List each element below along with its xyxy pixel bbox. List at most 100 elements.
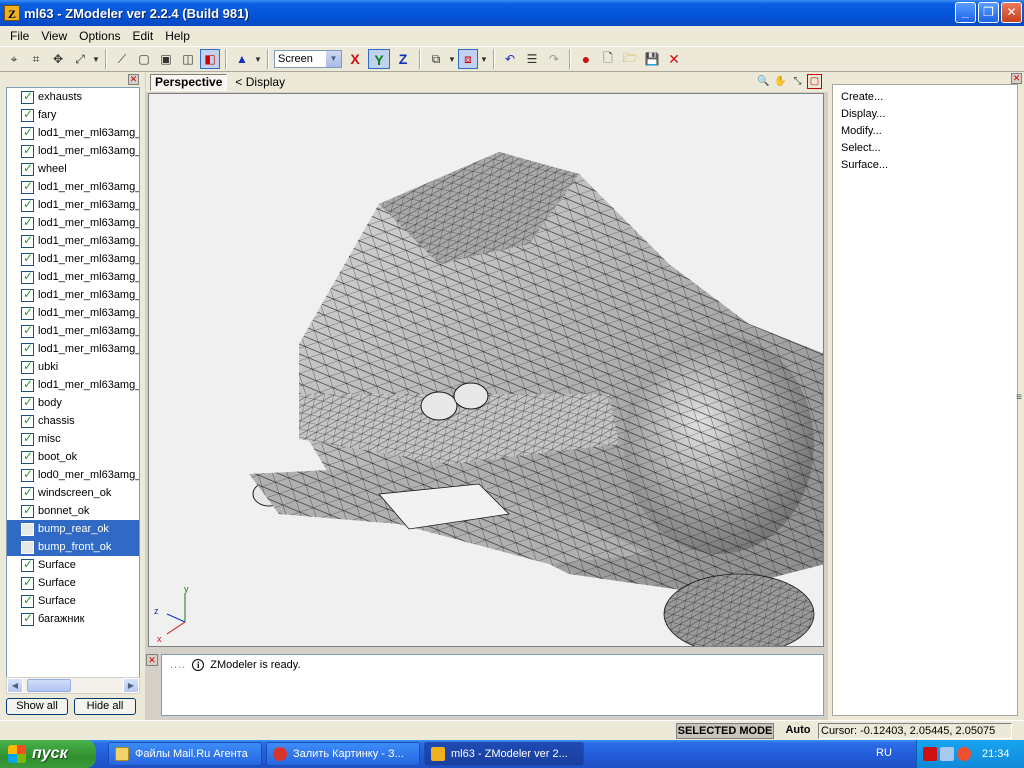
start-button[interactable]: пуск bbox=[0, 740, 96, 768]
redo-icon[interactable]: ↷ bbox=[544, 49, 564, 69]
dropdown-arrow-icon[interactable]: ▼ bbox=[448, 49, 456, 69]
object-list-item[interactable]: fary bbox=[7, 106, 139, 124]
select-vertex-icon[interactable]: ⌖ bbox=[4, 49, 24, 69]
visibility-checkbox[interactable] bbox=[21, 431, 34, 446]
axis-x-toggle[interactable]: X bbox=[344, 49, 366, 69]
menu-file[interactable]: File bbox=[4, 29, 35, 43]
scrollbar-thumb[interactable] bbox=[27, 679, 71, 692]
zoom-icon[interactable]: 🔍 bbox=[756, 74, 771, 89]
object-list-item[interactable]: lod0_mer_ml63amg_( bbox=[7, 466, 139, 484]
visibility-checkbox[interactable] bbox=[21, 575, 34, 590]
save-icon[interactable]: 💾 bbox=[642, 49, 662, 69]
visibility-checkbox[interactable] bbox=[21, 215, 34, 230]
dropdown-arrow-icon[interactable]: ▼ bbox=[480, 49, 488, 69]
visibility-checkbox[interactable] bbox=[21, 197, 34, 212]
visibility-checkbox[interactable] bbox=[21, 503, 34, 518]
minimize-button[interactable]: _ bbox=[955, 2, 976, 23]
object-list-item[interactable]: lod1_mer_ml63amg_( bbox=[7, 376, 139, 394]
command-surface[interactable]: Surface... bbox=[841, 159, 888, 171]
object-list-item[interactable]: lod1_mer_ml63amg_( bbox=[7, 286, 139, 304]
visibility-checkbox[interactable] bbox=[21, 467, 34, 482]
taskbar-item-mailru[interactable]: Файлы Mail.Ru Агента bbox=[108, 742, 262, 766]
dropdown-arrow-icon[interactable]: ▼ bbox=[254, 49, 262, 69]
object-list-item[interactable]: lod1_mer_ml63amg_( bbox=[7, 178, 139, 196]
splitter-grip-icon[interactable]: ≡ bbox=[1016, 392, 1022, 403]
object-list-item[interactable]: lod1_mer_ml63amg_( bbox=[7, 142, 139, 160]
visibility-checkbox[interactable] bbox=[21, 485, 34, 500]
scale-icon[interactable]: ⤢ bbox=[70, 49, 90, 69]
perspective-viewport[interactable]: y z x bbox=[148, 93, 824, 647]
visibility-checkbox[interactable] bbox=[21, 540, 34, 554]
maximize-button[interactable]: ❐ bbox=[978, 2, 999, 23]
close-icon[interactable]: ✕ bbox=[1011, 73, 1022, 84]
dropdown-arrow-icon[interactable]: ▼ bbox=[92, 49, 100, 69]
visibility-checkbox[interactable] bbox=[21, 179, 34, 194]
object-list-item[interactable]: Surface bbox=[7, 556, 139, 574]
object-list-item[interactable]: lod1_mer_ml63amg_( bbox=[7, 250, 139, 268]
visibility-checkbox[interactable] bbox=[21, 341, 34, 356]
notes-icon[interactable]: ☰ bbox=[522, 49, 542, 69]
object-list-item[interactable]: body bbox=[7, 394, 139, 412]
object-list-item[interactable]: Surface bbox=[7, 574, 139, 592]
command-modify[interactable]: Modify... bbox=[841, 125, 882, 137]
object-list-item[interactable]: misc bbox=[7, 430, 139, 448]
fit-view-icon[interactable]: ⤡ bbox=[790, 74, 805, 89]
visibility-checkbox[interactable] bbox=[21, 143, 34, 158]
object-list-item[interactable]: Surface bbox=[7, 592, 139, 610]
cone-icon[interactable]: ▲ bbox=[232, 49, 252, 69]
show-all-button[interactable]: Show all bbox=[6, 698, 68, 715]
close-icon[interactable]: ✕ bbox=[128, 74, 139, 85]
selection-mode-indicator[interactable]: SELECTED MODE bbox=[676, 723, 774, 739]
pan-hand-icon[interactable]: ✋ bbox=[773, 74, 788, 89]
auto-indicator[interactable]: Auto bbox=[780, 723, 816, 739]
group-icon[interactable]: ⧈ bbox=[458, 49, 478, 69]
create-polygon-icon[interactable]: ⟋ bbox=[112, 49, 132, 69]
axis-y-toggle[interactable]: Y bbox=[368, 49, 390, 69]
mapping-icon[interactable]: ⧉ bbox=[426, 49, 446, 69]
visibility-checkbox[interactable] bbox=[21, 593, 34, 608]
record-icon[interactable]: ● bbox=[576, 49, 596, 69]
visibility-checkbox[interactable] bbox=[21, 323, 34, 338]
object-list-item[interactable]: boot_ok bbox=[7, 448, 139, 466]
visibility-checkbox[interactable] bbox=[21, 522, 34, 536]
close-button[interactable]: ✕ bbox=[1001, 2, 1022, 23]
object-list-item[interactable]: lod1_mer_ml63amg_( bbox=[7, 196, 139, 214]
move-icon[interactable]: ✥ bbox=[48, 49, 68, 69]
display-breadcrumb[interactable]: < Display bbox=[235, 75, 285, 89]
object-list[interactable]: exhausts fary lod1_mer_ml63amg_(lod1_mer_m… bbox=[6, 87, 140, 687]
object-list-item[interactable]: lod1_mer_ml63amg_( bbox=[7, 304, 139, 322]
blocked-icon[interactable] bbox=[957, 747, 971, 761]
visibility-checkbox[interactable] bbox=[21, 161, 34, 176]
visibility-checkbox[interactable] bbox=[21, 125, 34, 140]
box-solid-icon[interactable]: ▣ bbox=[156, 49, 176, 69]
visibility-checkbox[interactable] bbox=[21, 359, 34, 374]
visibility-checkbox[interactable] bbox=[21, 377, 34, 392]
visibility-checkbox[interactable] bbox=[21, 269, 34, 284]
object-list-item[interactable]: lod1_mer_ml63amg_( bbox=[7, 268, 139, 286]
object-list-item[interactable]: wheel bbox=[7, 160, 139, 178]
menu-help[interactable]: Help bbox=[159, 29, 196, 43]
coordinate-system-select[interactable]: Screen ▼ bbox=[274, 50, 342, 68]
command-display[interactable]: Display... bbox=[841, 108, 885, 120]
network-icon[interactable] bbox=[940, 747, 954, 761]
language-indicator[interactable]: RU bbox=[876, 747, 892, 759]
object-list-item[interactable]: lod1_mer_ml63amg_( bbox=[7, 340, 139, 358]
visibility-checkbox[interactable] bbox=[21, 89, 34, 104]
taskbar-item-browser[interactable]: Залить Картинку - З... bbox=[266, 742, 420, 766]
close-icon[interactable]: ✕ bbox=[146, 654, 158, 666]
scroll-right-icon[interactable]: ▶ bbox=[123, 678, 139, 693]
visibility-checkbox[interactable] bbox=[21, 413, 34, 428]
visibility-checkbox[interactable] bbox=[21, 611, 34, 626]
visibility-checkbox[interactable] bbox=[21, 233, 34, 248]
object-list-item[interactable]: lod1_mer_ml63amg_( bbox=[7, 232, 139, 250]
delete-icon[interactable]: ✕ bbox=[664, 49, 684, 69]
horizontal-scrollbar[interactable]: ◀ ▶ bbox=[6, 677, 140, 694]
open-file-icon[interactable]: 🗁 bbox=[620, 49, 640, 69]
scroll-left-icon[interactable]: ◀ bbox=[7, 678, 23, 693]
visibility-checkbox[interactable] bbox=[21, 395, 34, 410]
object-list-item[interactable]: exhausts bbox=[7, 88, 139, 106]
hide-all-button[interactable]: Hide all bbox=[74, 698, 136, 715]
command-select[interactable]: Select... bbox=[841, 142, 881, 154]
object-list-item[interactable]: багажник bbox=[7, 610, 139, 628]
visibility-checkbox[interactable] bbox=[21, 251, 34, 266]
